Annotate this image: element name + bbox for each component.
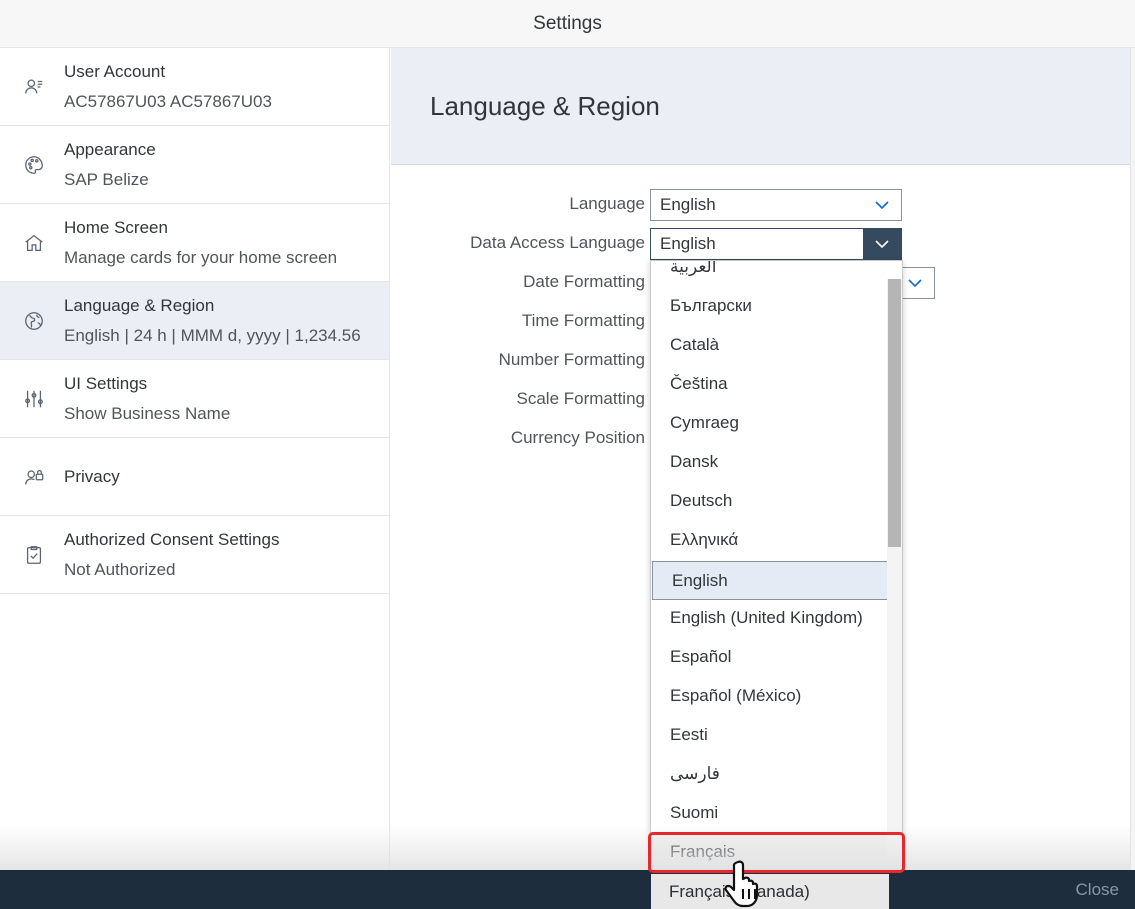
sliders-icon — [22, 387, 46, 411]
sidebar-item-label: Privacy — [64, 466, 120, 486]
sidebar-item-label: User Account — [64, 61, 166, 81]
sidebar-item-language-region[interactable]: Language & Region English | 24 h | MMM d… — [0, 282, 389, 360]
language-dropdown-list: العربية Български Català Čeština Cymraeg… — [650, 260, 903, 870]
palette-icon — [22, 153, 46, 177]
sidebar-item-authorized-consent[interactable]: Authorized Consent Settings Not Authoriz… — [0, 516, 389, 594]
chevron-down-icon[interactable] — [863, 229, 901, 259]
globe-icon — [22, 309, 46, 333]
dropdown-option-partial[interactable]: Français (Canada) — [651, 874, 889, 909]
dropdown-option[interactable]: العربية — [651, 261, 889, 286]
sidebar-item-label: UI Settings — [64, 373, 148, 393]
dropdown-option[interactable]: فارسی — [651, 754, 889, 793]
number-formatting-label: Number Formatting — [498, 350, 645, 369]
hand-pointer-icon — [724, 860, 759, 908]
dropdown-option-selected[interactable]: English — [652, 561, 888, 600]
currency-position-label: Currency Position — [510, 428, 645, 447]
sidebar-item-label: Appearance — [64, 139, 156, 159]
dialog-right-edge — [1130, 48, 1135, 870]
sidebar-item-user-account[interactable]: User Account AC57867U03 AC57867U03 — [0, 48, 389, 126]
sidebar-item-label: Authorized Consent Settings — [64, 529, 280, 549]
close-button[interactable]: Close — [1076, 870, 1119, 909]
language-select[interactable]: English — [650, 189, 902, 221]
dropdown-option[interactable]: Suomi — [651, 793, 889, 832]
date-formatting-label: Date Formatting — [523, 272, 645, 291]
language-select-value: English — [660, 195, 716, 214]
language-label: Language — [569, 194, 645, 213]
sidebar-item-ui-settings[interactable]: UI Settings Show Business Name — [0, 360, 389, 438]
dropdown-option[interactable]: Ελληνικά — [651, 520, 889, 559]
dropdown-option[interactable]: Eesti — [651, 715, 889, 754]
highlight-annotation-box — [648, 832, 905, 873]
dropdown-option[interactable]: Čeština — [651, 364, 889, 403]
scale-formatting-label: Scale Formatting — [516, 389, 646, 408]
detail-header: Language & Region — [391, 48, 1135, 165]
sidebar-item-label: Home Screen — [64, 217, 168, 237]
dropdown-option[interactable]: Español (México) — [651, 676, 889, 715]
user-lock-icon — [22, 465, 46, 489]
sidebar-item-subtitle: Show Business Name — [64, 403, 231, 423]
chevron-down-icon[interactable] — [863, 190, 901, 220]
dialog-title: Settings — [0, 0, 1135, 48]
sidebar-item-subtitle: AC57867U03 AC57867U03 — [64, 91, 272, 111]
sidebar-item-subtitle: English | 24 h | MMM d, yyyy | 1,234.56 — [64, 325, 361, 345]
clipboard-check-icon — [22, 543, 46, 567]
sidebar-item-subtitle: SAP Belize — [64, 169, 149, 189]
data-access-language-label: Data Access Language — [470, 233, 645, 252]
sidebar-item-label: Language & Region — [64, 295, 215, 315]
data-access-language-select[interactable]: English — [650, 228, 902, 260]
settings-sidebar: User Account AC57867U03 AC57867U03 Appea… — [0, 48, 390, 870]
sidebar-item-subtitle: Not Authorized — [64, 559, 176, 579]
sidebar-item-privacy[interactable]: Privacy — [0, 438, 389, 516]
sidebar-item-subtitle: Manage cards for your home screen — [64, 247, 338, 267]
dropdown-option[interactable]: Cymraeg — [651, 403, 889, 442]
dropdown-option[interactable]: Español — [651, 637, 889, 676]
dropdown-option[interactable]: Deutsch — [651, 481, 889, 520]
sidebar-item-appearance[interactable]: Appearance SAP Belize — [0, 126, 389, 204]
time-formatting-label: Time Formatting — [521, 311, 645, 330]
dropdown-option[interactable]: English (United Kingdom) — [651, 598, 889, 637]
dropdown-option[interactable]: Dansk — [651, 442, 889, 481]
home-icon — [22, 231, 46, 255]
sidebar-item-home-screen[interactable]: Home Screen Manage cards for your home s… — [0, 204, 389, 282]
page-title: Language & Region — [430, 90, 660, 121]
dropdown-scroll-thumb[interactable] — [888, 279, 901, 547]
data-access-language-select-value: English — [660, 234, 716, 253]
dialog-footer: Close — [0, 870, 1135, 909]
dropdown-option[interactable]: Català — [651, 325, 889, 364]
dropdown-option[interactable]: Български — [651, 286, 889, 325]
user-account-icon — [22, 75, 46, 99]
